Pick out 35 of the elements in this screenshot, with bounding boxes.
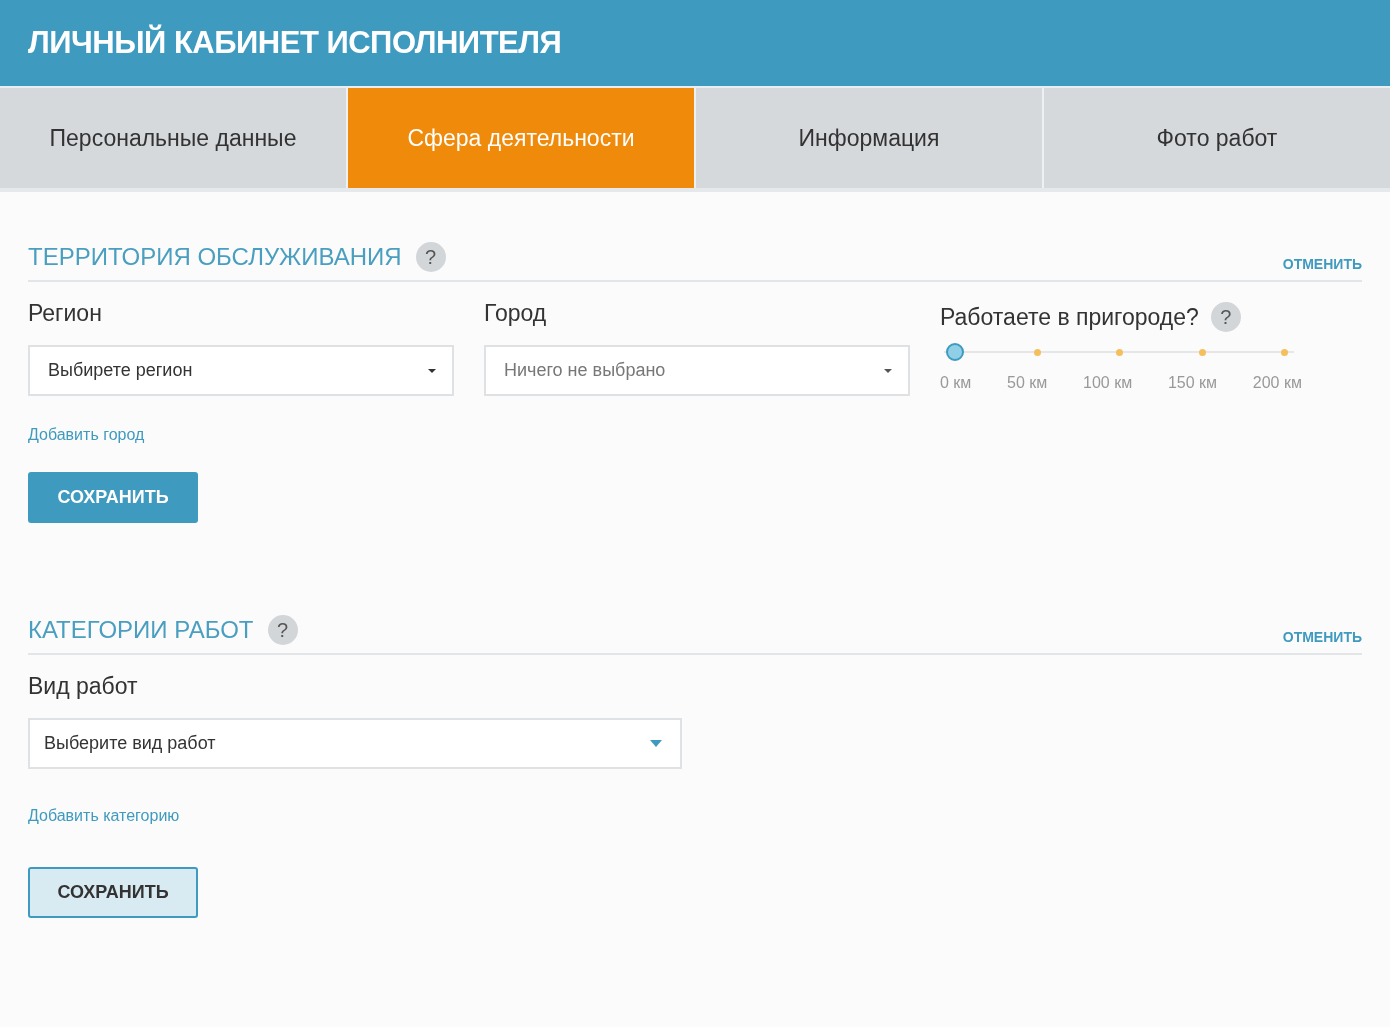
slider-tick-label: 50 км [1007,374,1048,392]
tab[interactable]: Информация [696,88,1042,188]
slider-tick-label: 150 км [1167,374,1218,392]
help-icon[interactable]: ? [1210,302,1241,332]
tick-dot [1198,349,1206,356]
page-title: ЛИЧНЫЙ КАБИНЕТ ИСПОЛНИТЕЛЯ [28,25,562,61]
tick-dot [1033,349,1041,356]
help-icon[interactable]: ? [267,615,298,645]
field-label: Работаете в пригороде? [940,303,1199,331]
tab[interactable]: Персональные данные [0,88,346,188]
work-type-dropdown[interactable]: Выберите вид работ [28,718,682,769]
save-button[interactable]: СОХРАНИТЬ [28,472,198,523]
help-icon[interactable]: ? [415,242,446,272]
region-dropdown[interactable]: Выбирете регион [28,345,454,396]
tab[interactable]: Фото работ [1044,88,1390,188]
field-label: Город [484,300,547,327]
add-city-link[interactable]: Добавить город [28,426,145,444]
caret-icon [428,368,436,373]
slider-thumb[interactable] [946,343,964,361]
section-title: КАТЕГОРИИ РАБОТ [28,616,254,644]
field-label: Вид работ [28,673,138,700]
city-dropdown[interactable]: Ничего не выбрано [484,345,910,396]
slider-tick-label: 0 км [940,374,972,392]
save-button[interactable]: СОХРАНИТЬ [28,867,198,918]
add-category-link[interactable]: Добавить категорию [28,807,180,825]
caret-icon [650,740,662,747]
slider-tick-label: 100 км [1083,374,1133,392]
caret-icon [884,368,892,373]
section-title: ТЕРРИТОРИЯ ОБСЛУЖИВАНИЯ [28,243,402,271]
cancel-link[interactable]: ОТМЕНИТЬ [1282,256,1362,272]
slider-tick-label: 200 км [1252,374,1302,392]
tick-dot [1281,349,1288,356]
cancel-link[interactable]: ОТМЕНИТЬ [1282,629,1362,645]
field-label: Регион [28,300,102,327]
tick-dot [1116,349,1123,356]
